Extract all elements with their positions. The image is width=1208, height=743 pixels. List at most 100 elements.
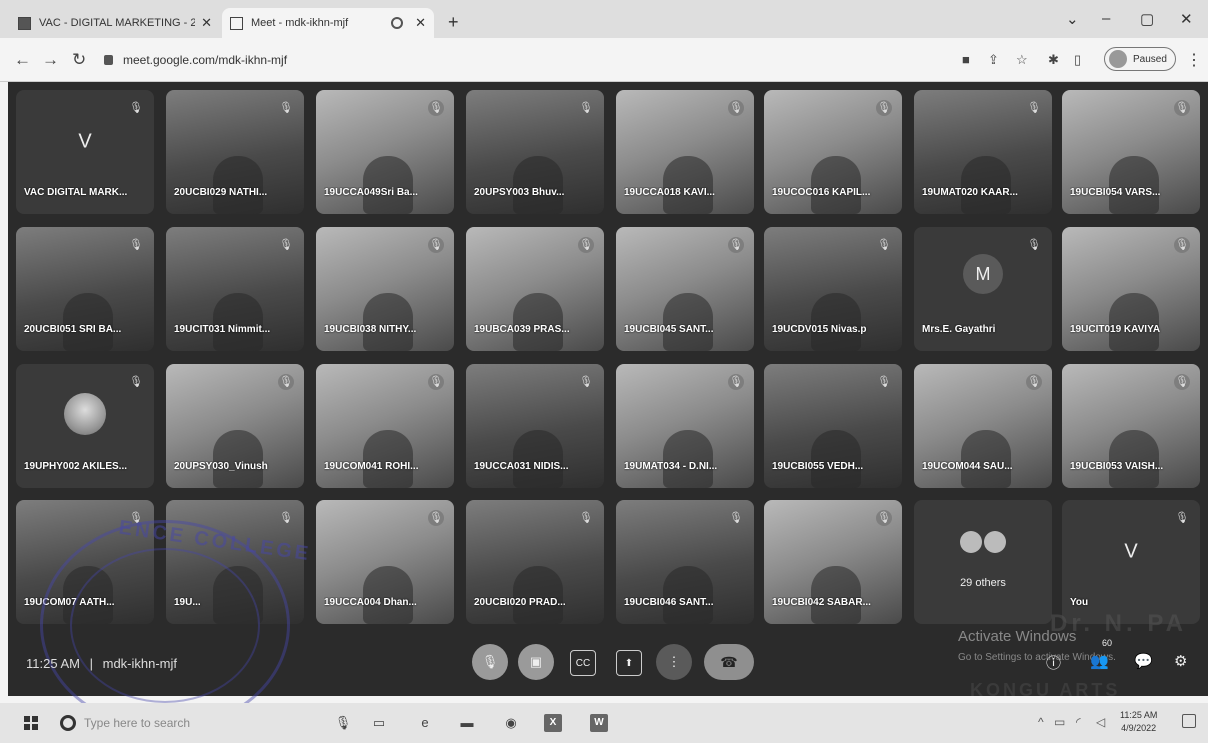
participant-tile[interactable]: 29 others xyxy=(914,500,1052,624)
participant-tile[interactable]: 🎙 19UCCA049Sri Ba... xyxy=(316,90,454,214)
windows-start-icon[interactable] xyxy=(24,716,38,730)
meeting-details-icon[interactable]: ⓘ xyxy=(1046,652,1061,673)
meeting-info: 11:25 AM | mdk-ikhn-mjf xyxy=(26,656,177,671)
participant-tile[interactable]: 🎙 19UCBI046 SANT... xyxy=(616,500,754,624)
participant-tile[interactable]: 🎙 20UCBI020 PRAD... xyxy=(466,500,604,624)
maximize-button[interactable]: ▢ xyxy=(1140,10,1154,28)
people-icon[interactable]: 👥 xyxy=(1090,652,1109,670)
volume-icon[interactable]: ◁ xyxy=(1096,715,1105,729)
participant-tile[interactable]: 🎙 19UCBI038 NITHY... xyxy=(316,227,454,351)
edge-icon[interactable]: e xyxy=(416,714,434,732)
camera-off-button[interactable]: ▣ xyxy=(518,644,554,680)
participant-tile[interactable]: 🎙 20UCBI051 SRI BA... xyxy=(16,227,154,351)
notification-center-icon[interactable] xyxy=(1182,714,1196,728)
participant-tile[interactable]: 🎙 20UCBI029 NATHI... xyxy=(166,90,304,214)
taskbar-search-box[interactable]: Type here to search xyxy=(60,712,230,734)
tab-digital-marketing[interactable]: VAC - DIGITAL MARKETING - 20 ✕ xyxy=(10,8,220,38)
extensions-puzzle-icon[interactable]: ✱ xyxy=(1048,52,1059,68)
file-explorer-icon[interactable]: ▬ xyxy=(458,714,476,732)
side-panel-icon[interactable]: ▯ xyxy=(1074,52,1081,68)
video-feed-silhouette xyxy=(810,566,861,624)
present-button[interactable]: ⬆ xyxy=(616,650,642,676)
participant-tile[interactable]: 🎙 19UCCA018 KAVI... xyxy=(616,90,754,214)
participant-tile[interactable]: 🎙 19UCCA004 Dhan... xyxy=(316,500,454,624)
browser-menu-icon[interactable]: ⋮ xyxy=(1186,50,1202,70)
profile-paused-button[interactable]: Paused xyxy=(1104,47,1176,71)
tab-search-icon[interactable]: ⌄ xyxy=(1066,10,1079,28)
muted-mic-icon: 🎙 xyxy=(279,102,293,114)
participant-tile[interactable]: V 🎙 VAC DIGITAL MARK... xyxy=(16,90,154,214)
participant-name: 19UCIT019 KAVIYA xyxy=(1070,324,1161,335)
mic-icon[interactable]: 🎙 xyxy=(334,714,352,732)
word-icon[interactable]: W xyxy=(590,714,608,732)
video-feed-silhouette xyxy=(810,156,861,214)
close-window-button[interactable]: ✕ xyxy=(1180,10,1193,28)
excel-icon[interactable]: X xyxy=(544,714,562,732)
tab-close-icon[interactable]: ✕ xyxy=(415,15,426,31)
muted-mic-icon: 🎙 xyxy=(1174,237,1190,253)
share-icon[interactable]: ⇪ xyxy=(988,52,999,68)
participant-tile[interactable]: 🎙 19UCBI045 SANT... xyxy=(616,227,754,351)
participant-tile[interactable]: 🎙 19UMAT020 KAAR... xyxy=(914,90,1052,214)
participant-tile[interactable]: 🎙 19UCCA031 NIDIS... xyxy=(466,364,604,488)
participant-name: 20UCBI020 PRAD... xyxy=(474,597,566,608)
participant-tile[interactable]: 🎙 19UCOM041 ROHI... xyxy=(316,364,454,488)
chat-icon[interactable]: 💬 xyxy=(1134,652,1153,670)
video-feed-silhouette xyxy=(662,293,713,351)
participant-tile[interactable]: 🎙 19UCOM044 SAU... xyxy=(914,364,1052,488)
muted-mic-icon: 🎙 xyxy=(579,512,593,524)
more-options-button[interactable]: ⋮ xyxy=(656,644,692,680)
participant-tile[interactable]: 🎙 19UCDV015 Nivas.p xyxy=(764,227,902,351)
recording-indicator-icon xyxy=(391,17,404,29)
meet-favicon-icon xyxy=(230,16,243,30)
participant-tile[interactable]: M 🎙 Mrs.E. Gayathri xyxy=(914,227,1052,351)
video-feed-silhouette xyxy=(662,156,713,214)
participant-tile[interactable]: 🎙 19UMAT034 - D.NI... xyxy=(616,364,754,488)
signature-stamp: Dr. N. PA xyxy=(1050,610,1187,637)
participant-name: 19UCBI053 VAISH... xyxy=(1070,461,1164,472)
participant-name: VAC DIGITAL MARK... xyxy=(24,187,128,198)
reload-icon[interactable]: ↻ xyxy=(72,50,86,70)
tab-title: VAC - DIGITAL MARKETING - 20 xyxy=(39,17,196,29)
tab-meet[interactable]: Meet - mdk-ikhn-mjf ✕ xyxy=(222,8,434,38)
participant-avatar xyxy=(64,392,106,435)
participant-name: 19UCCA031 NIDIS... xyxy=(474,461,569,472)
url-bar[interactable]: meet.google.com/mdk-ikhn-mjf xyxy=(104,49,944,71)
task-view-icon[interactable]: ▭ xyxy=(370,714,388,732)
participant-tile[interactable]: 🎙 19UCIT031 Nimmit... xyxy=(166,227,304,351)
avatar xyxy=(960,531,982,554)
captions-button[interactable]: CC xyxy=(570,650,596,676)
new-tab-button[interactable]: + xyxy=(448,12,459,33)
participant-name: 19UCCA018 KAVI... xyxy=(624,187,715,198)
camera-in-use-icon[interactable]: ■ xyxy=(962,52,970,67)
participant-name: 19UCBI046 SANT... xyxy=(624,597,714,608)
wifi-icon[interactable]: ◜ xyxy=(1076,715,1081,729)
minimize-button[interactable]: – xyxy=(1102,10,1110,27)
camera-off-icon: ▣ xyxy=(529,654,543,669)
participant-tile[interactable]: 🎙 19UBCA039 PRAS... xyxy=(466,227,604,351)
video-feed-silhouette xyxy=(810,293,861,351)
back-arrow-icon[interactable]: ← xyxy=(14,50,31,70)
activities-icon[interactable]: ⚙ xyxy=(1174,652,1187,670)
mic-off-button[interactable]: 🎙 xyxy=(472,644,508,680)
tab-close-icon[interactable]: ✕ xyxy=(201,15,212,31)
participant-tile[interactable]: 🎙 19UCOC016 KAPIL... xyxy=(764,90,902,214)
participant-tile[interactable]: 🎙 19UPHY002 AKILES... xyxy=(16,364,154,488)
participant-tile[interactable]: 🎙 19UCIT019 KAVIYA xyxy=(1062,227,1200,351)
mic-off-icon: 🎙 xyxy=(481,654,499,669)
participant-tile[interactable]: 🎙 19UCBI053 VAISH... xyxy=(1062,364,1200,488)
leave-call-button[interactable]: ☎ xyxy=(704,644,754,680)
bookmark-star-icon[interactable]: ☆ xyxy=(1016,52,1028,68)
participant-tile[interactable]: 🎙 20UPSY030_Vinush xyxy=(166,364,304,488)
participant-tile[interactable]: 🎙 19UCBI042 SABAR... xyxy=(764,500,902,624)
battery-icon[interactable]: ▭ xyxy=(1054,715,1065,729)
participant-tile[interactable]: V 🎙 You xyxy=(1062,500,1200,624)
participant-name: You xyxy=(1070,597,1089,608)
chrome-icon[interactable]: ◉ xyxy=(502,714,520,732)
participant-tile[interactable]: 🎙 19UCBI054 VARS... xyxy=(1062,90,1200,214)
participant-tile[interactable]: 🎙 20UPSY003 Bhuv... xyxy=(466,90,604,214)
participant-tile[interactable]: 🎙 19UCBI055 VEDH... xyxy=(764,364,902,488)
forward-arrow-icon[interactable]: → xyxy=(42,50,59,70)
taskbar-clock[interactable]: 11:25 AM 4/9/2022 xyxy=(1120,709,1157,735)
tray-chevron-icon[interactable]: ^ xyxy=(1038,715,1044,729)
